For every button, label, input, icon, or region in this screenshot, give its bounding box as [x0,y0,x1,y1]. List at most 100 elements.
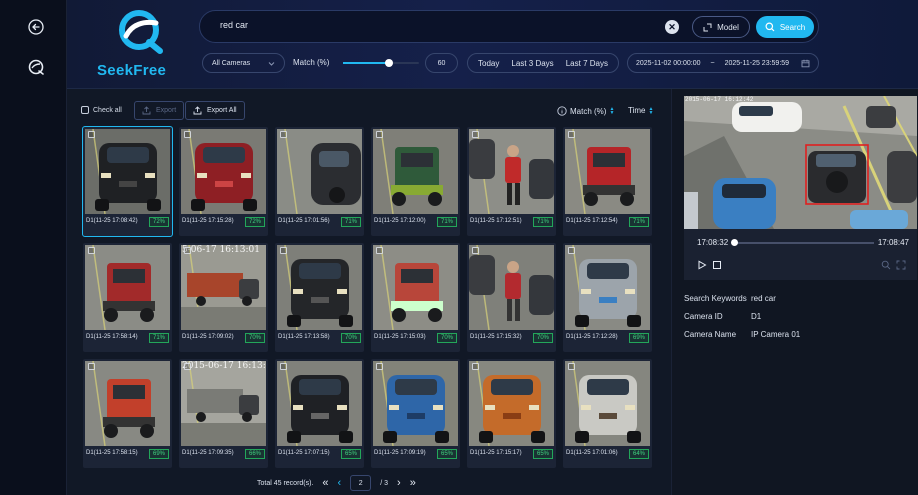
prev-page-icon[interactable]: ‹ [338,477,342,489]
result-caption: D1(11-25 17:13:58) [278,334,330,340]
preset-today[interactable]: Today [478,59,499,68]
match-slider[interactable] [343,59,419,67]
result-checkbox[interactable] [88,131,95,138]
result-thumbnail[interactable] [277,245,362,330]
result-card[interactable]: D1(11-25 17:15:03) 70% [371,243,460,352]
playback-track[interactable] [731,239,874,246]
result-checkbox[interactable] [568,131,575,138]
result-thumbnail[interactable] [181,129,266,214]
match-value-input[interactable]: 60 [425,53,458,73]
match-badge: 71% [532,217,553,227]
page-input[interactable]: 2 [350,475,372,491]
preview-image[interactable]: 2015-06-17 16:12:42 [684,96,917,229]
result-checkbox[interactable] [376,131,383,138]
result-thumbnail[interactable] [85,361,170,446]
pagination: Total 45 record(s). « ‹ 2 / 3 › » [257,474,497,492]
result-caption: D1(11-25 17:12:54) [566,218,618,224]
sort-time[interactable]: Time ▲ ▼ [628,106,653,115]
result-checkbox[interactable] [472,363,479,370]
search-label: Search [779,22,806,32]
result-card[interactable]: D1(11-25 17:12:54) 71% [563,127,652,236]
playback-knob[interactable] [731,239,738,246]
zoom-icon[interactable] [881,260,891,270]
result-checkbox[interactable] [184,131,191,138]
result-thumbnail[interactable] [373,245,458,330]
result-card[interactable]: D1(11-25 17:08:42) 72% [82,126,173,237]
result-checkbox[interactable] [568,247,575,254]
result-card[interactable]: D1(11-25 17:07:15) 65% [275,359,364,468]
check-all[interactable]: Check all [81,106,122,114]
result-checkbox[interactable] [568,363,575,370]
clear-search-icon[interactable]: ✕ [665,20,679,34]
chevron-down-icon [268,62,275,66]
result-thumbnail[interactable] [277,361,362,446]
sort-match-arrows-icon: ▲ ▼ [609,106,615,116]
result-card[interactable]: D1(11-25 17:01:56) 71% [275,127,364,236]
result-thumbnail[interactable] [85,245,170,330]
result-checkbox[interactable] [472,131,479,138]
result-card[interactable]: 2015-06-17 16:13:2 D1(11-25 17:09:35) 66% [179,359,268,468]
result-thumbnail[interactable] [277,129,362,214]
result-card[interactable]: D1(11-25 17:13:58) 70% [275,243,364,352]
result-thumbnail[interactable] [373,129,458,214]
result-card[interactable]: D1(11-25 17:15:28) 72% [179,127,268,236]
result-checkbox[interactable] [376,363,383,370]
seekfree-nav-icon[interactable] [27,58,45,76]
result-checkbox[interactable] [376,247,383,254]
result-card[interactable]: D1(11-25 17:09:19) 65% [371,359,460,468]
date-range-picker[interactable]: 2025-11-02 00:00:00 ~ 2025-11-25 23:59:5… [627,53,819,73]
result-checkbox[interactable] [184,247,191,254]
result-card[interactable]: D1(11-25 17:15:17) 65% [467,359,556,468]
match-badge: 69% [148,449,169,459]
match-badge: 72% [244,217,265,227]
result-checkbox[interactable] [472,247,479,254]
search-input[interactable] [220,20,640,30]
result-caption: D1(11-25 17:01:06) [566,450,618,456]
result-card[interactable]: D1(11-25 17:12:00) 71% [371,127,460,236]
result-thumbnail[interactable] [565,129,650,214]
model-button[interactable]: Model [692,16,750,38]
result-thumbnail[interactable] [469,129,554,214]
result-thumbnail[interactable] [469,245,554,330]
export-button[interactable]: Export [134,101,185,120]
fullscreen-icon[interactable] [896,260,906,270]
result-card[interactable]: D1(11-25 17:58:14) 71% [83,243,172,352]
result-checkbox[interactable] [88,363,95,370]
result-thumbnail[interactable]: 2015-06-17 16:13:2 [181,361,266,446]
sort-match[interactable]: Match (%) ▲ ▼ [557,106,614,116]
result-thumbnail[interactable] [469,361,554,446]
result-checkbox[interactable] [280,131,287,138]
next-page-icon[interactable]: › [397,477,401,489]
result-card[interactable]: D1(11-25 17:12:51) 71% [467,127,556,236]
search-button[interactable]: Search [756,16,814,38]
preset-last-7-days[interactable]: Last 7 Days [566,59,608,68]
result-card[interactable]: D1(11-25 17:15:32) 70% [467,243,556,352]
result-card[interactable]: D1(11-25 17:12:28) 69% [563,243,652,352]
preset-last-3-days[interactable]: Last 3 Days [511,59,553,68]
check-all-checkbox[interactable] [81,106,89,114]
result-card[interactable]: D1(11-25 17:01:06) 64% [563,359,652,468]
camera-select[interactable]: All Cameras [202,53,285,73]
result-checkbox[interactable] [88,247,95,254]
export-all-label: Export All [207,107,237,114]
slider-knob[interactable] [384,59,393,67]
last-page-icon[interactable]: » [410,477,416,489]
match-badge: 64% [628,449,649,459]
video-player-controls: 17:08:32 17:08:47 [684,229,917,280]
result-thumbnail[interactable] [565,245,650,330]
result-thumbnail[interactable] [373,361,458,446]
result-card[interactable]: 5-06-17 16:13:01 D1(11-25 17:09:02) 70% [179,243,268,352]
export-all-button[interactable]: Export All [185,101,245,120]
play-icon[interactable] [697,260,707,270]
match-badge: 72% [148,217,169,227]
result-thumbnail[interactable] [85,129,170,214]
result-thumbnail[interactable] [565,361,650,446]
result-card[interactable]: D1(11-25 17:58:15) 69% [83,359,172,468]
first-page-icon[interactable]: « [322,477,328,489]
result-thumbnail[interactable]: 5-06-17 16:13:01 [181,245,266,330]
stop-icon[interactable] [712,260,722,270]
result-checkbox[interactable] [280,363,287,370]
result-checkbox[interactable] [280,247,287,254]
back-icon[interactable] [27,18,45,36]
result-checkbox[interactable] [184,363,191,370]
